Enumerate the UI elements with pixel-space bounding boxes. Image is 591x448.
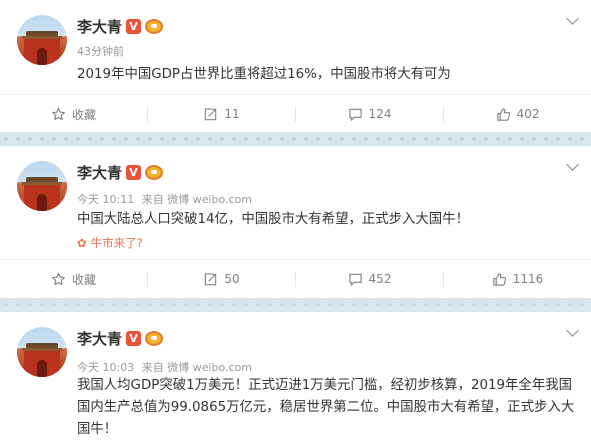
like-count: 402 <box>516 107 540 121</box>
thumbs-up-icon <box>493 272 506 286</box>
comment-icon <box>348 273 362 286</box>
avatar[interactable] <box>17 327 67 377</box>
repost-icon <box>205 107 217 120</box>
verified-icon: V <box>126 331 141 346</box>
vip-crown-icon <box>145 165 163 180</box>
action-bar: 收藏 50 452 1116 <box>0 259 591 297</box>
chevron-down-icon[interactable] <box>566 324 579 337</box>
chevron-down-icon[interactable] <box>566 158 579 171</box>
comment-button[interactable]: 452 <box>296 260 443 298</box>
repost-button[interactable]: 11 <box>148 95 295 133</box>
like-button[interactable]: 402 <box>444 95 591 133</box>
thumbs-up-icon <box>496 107 510 121</box>
topic-tag-label: 牛市来了? <box>90 236 143 250</box>
post-card: 李大青 V 43分钟前 2019年中国GDP占世界比重将超过16%，中国股市将大… <box>0 0 591 134</box>
like-count: 1116 <box>512 272 544 286</box>
feed-divider <box>0 298 591 312</box>
repost-button[interactable]: 50 <box>148 260 295 298</box>
favorite-label: 收藏 <box>71 272 96 287</box>
verified-icon: V <box>126 165 141 180</box>
post-time[interactable]: 今天 10:11 <box>77 193 134 206</box>
vip-crown-icon <box>145 19 163 34</box>
post-time[interactable]: 43分钟前 <box>77 45 124 58</box>
post-source[interactable]: 来自 微博 weibo.com <box>142 193 252 206</box>
verified-icon: V <box>126 19 141 34</box>
chevron-down-icon[interactable] <box>566 12 579 25</box>
topic-tag[interactable]: ✿ 牛市来了? <box>77 235 143 251</box>
post-text: 中国大陆总人口突破14亿，中国股市大有希望，正式步入大国牛！ <box>77 212 469 227</box>
favorite-button[interactable]: 收藏 <box>0 260 147 298</box>
favorite-label: 收藏 <box>71 107 96 122</box>
post-card: 李大青 V 今天 10:11 来自 微博 weibo.com 中国大陆总人口突破… <box>0 146 591 298</box>
post-time[interactable]: 今天 10:03 <box>77 361 134 374</box>
avatar[interactable] <box>17 15 67 65</box>
author-name[interactable]: 李大青 <box>77 328 122 349</box>
star-icon <box>52 107 65 120</box>
post-text: 我国人均GDP突破1万美元！正式迈进1万美元门槛，经初步核算，2019年全年我国… <box>77 378 575 437</box>
action-bar: 收藏 11 124 402 <box>0 94 591 132</box>
post-source[interactable]: 来自 微博 weibo.com <box>142 361 252 374</box>
comment-count: 124 <box>368 107 392 121</box>
post-meta: 43分钟前 <box>77 43 128 59</box>
comment-button[interactable]: 124 <box>296 95 443 133</box>
like-button[interactable]: 1116 <box>444 260 591 298</box>
star-icon <box>52 272 65 285</box>
repost-icon <box>205 272 217 285</box>
author-name[interactable]: 李大青 <box>77 162 122 183</box>
post-card: 李大青 V 今天 10:03 来自 微博 weibo.com 我国人均GDP突破… <box>0 312 591 448</box>
author-name[interactable]: 李大青 <box>77 16 122 37</box>
comment-icon <box>348 108 362 121</box>
post-meta: 今天 10:03 来自 微博 weibo.com <box>77 359 256 375</box>
avatar[interactable] <box>17 161 67 211</box>
feed-divider <box>0 132 591 146</box>
comment-count: 452 <box>368 272 392 286</box>
post-text: 2019年中国GDP占世界比重将超过16%，中国股市将大有可为 <box>77 67 451 82</box>
favorite-button[interactable]: 收藏 <box>0 95 147 133</box>
post-meta: 今天 10:11 来自 微博 weibo.com <box>77 191 256 207</box>
vip-crown-icon <box>145 331 163 346</box>
repost-count: 50 <box>224 272 240 286</box>
flower-icon: ✿ <box>77 236 87 250</box>
repost-count: 11 <box>224 107 240 121</box>
